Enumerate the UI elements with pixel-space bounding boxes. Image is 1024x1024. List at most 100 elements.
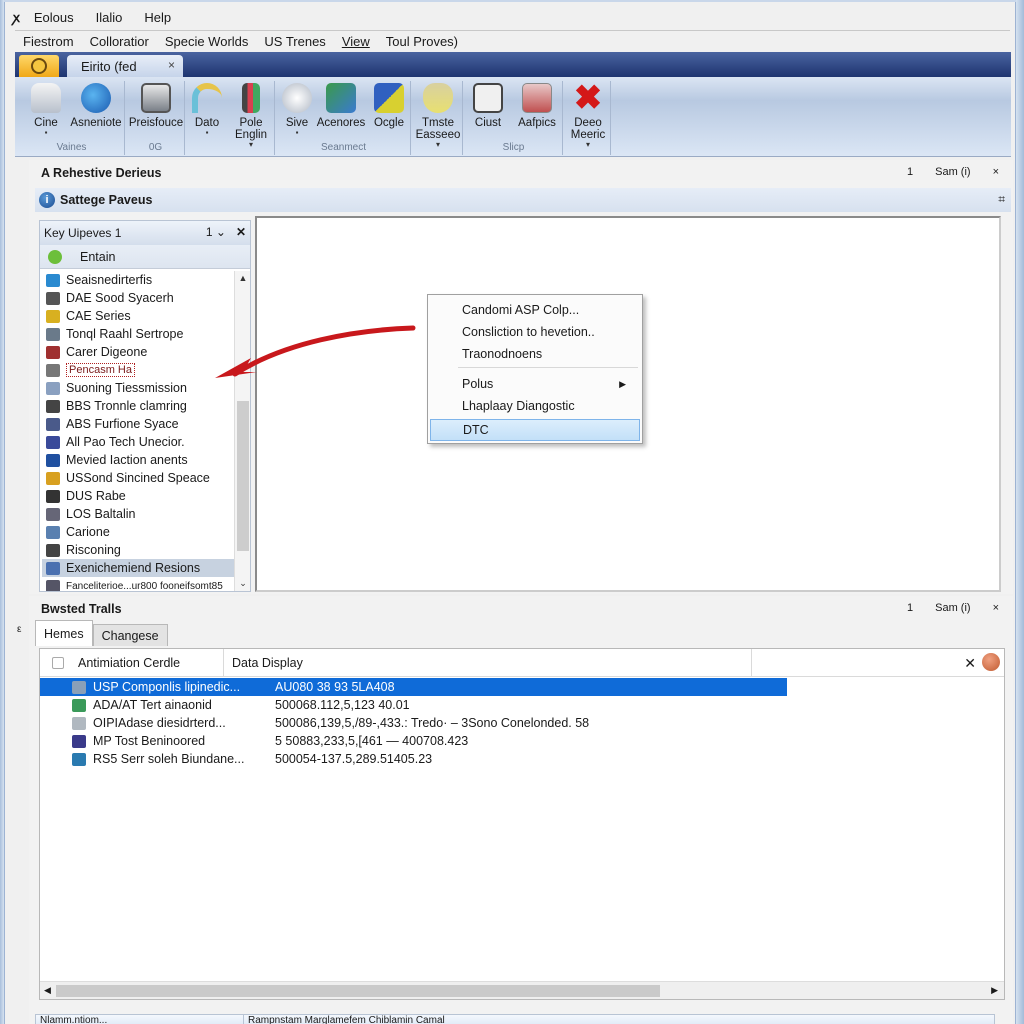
list-item[interactable]: DAE Sood Syacerh: [42, 289, 234, 307]
car-icon: [31, 83, 61, 113]
menu-item[interactable]: US Trenes: [264, 34, 325, 49]
splitter-grip[interactable]: ε: [17, 624, 21, 635]
rainbow-arc-icon: [192, 83, 222, 113]
close-panel-icon[interactable]: ✕: [236, 225, 246, 239]
menu-item-view[interactable]: View: [342, 34, 370, 49]
row-icon: [72, 752, 86, 766]
list-item[interactable]: Seaisnedirterfis: [42, 271, 234, 289]
column-header-data[interactable]: Data Display: [224, 648, 752, 677]
close-section-icon[interactable]: ×: [993, 602, 999, 614]
list-item-label: USSond Sincined Speace: [66, 471, 210, 485]
scroll-thumb[interactable]: [237, 401, 249, 551]
section-sum-label[interactable]: Sam (i): [935, 166, 970, 178]
menu-item[interactable]: Toul Proves): [386, 34, 458, 49]
close-tab-icon[interactable]: ×: [168, 58, 175, 72]
ribbon-group-label: Vaines: [56, 142, 87, 153]
ribbon-button[interactable]: Preisfouce: [127, 83, 185, 129]
table-row[interactable]: OIPIAdase diesidrterd... 500086,139,5,/89…: [40, 714, 589, 732]
item-icon: [46, 399, 60, 413]
ribbon-group: Tmste Easseeo ▾: [413, 81, 463, 155]
menu-item[interactable]: Specie Worlds: [165, 34, 249, 49]
item-icon: [46, 417, 60, 431]
app-menu-icon[interactable]: ꭗ: [13, 8, 20, 26]
window-icon: [473, 83, 503, 113]
device-icon: [141, 83, 171, 113]
gauge-icon: [282, 83, 312, 113]
ribbon-button[interactable]: ✖ Deeo Meeric ▾: [565, 79, 611, 149]
clear-icon[interactable]: ✕: [964, 655, 976, 672]
ribbon-button[interactable]: Ocgle: [367, 83, 411, 129]
list-item[interactable]: Carione: [42, 523, 234, 541]
list-item[interactable]: DUS Rabe: [42, 487, 234, 505]
status-bar: Nlamm.ntiom... Rampnstam Marglamefem Chi…: [35, 1014, 995, 1024]
select-all-checkbox[interactable]: [52, 656, 64, 669]
list-item[interactable]: BBS Tronnle clamring: [42, 397, 234, 415]
row-icon: [72, 698, 86, 712]
info-icon: i: [39, 192, 55, 208]
list-item[interactable]: USSond Sincined Speace: [42, 469, 234, 487]
app-orb-button[interactable]: [19, 55, 59, 77]
section-sum-label[interactable]: Sam (i): [935, 602, 970, 614]
tab-changese[interactable]: Changese: [92, 624, 168, 646]
table-row[interactable]: RS5 Serr soleh Biundane... 500054-137.5,2…: [40, 750, 432, 768]
menu-item[interactable]: Eolous: [34, 10, 74, 25]
row-value: AU080 38 93 5LA408: [275, 680, 395, 694]
list-item[interactable]: ABS Furfione Syace: [42, 415, 234, 433]
menu-item[interactable]: Ilalio: [96, 10, 123, 25]
table-row[interactable]: MP Tost Beninoored 5 50883,233,5,[461 — 4…: [40, 732, 468, 750]
list-item[interactable]: Risconing: [42, 541, 234, 559]
sub-panel-title: Sattege Paveus: [60, 193, 153, 207]
item-icon: [46, 345, 60, 359]
context-menu-item[interactable]: Traonodnoens: [430, 343, 640, 365]
status-cell: Nlamm.ntiom...: [36, 1015, 244, 1024]
list-item[interactable]: All Pao Tech Unecior.: [42, 433, 234, 451]
context-menu-item[interactable]: Candomi ASP Colp...: [430, 299, 640, 321]
ribbon-button[interactable]: Acenores: [315, 83, 367, 129]
entain-button[interactable]: Entain: [40, 245, 250, 269]
arrow-head: [215, 358, 257, 378]
list-item-label: Mevied Iaction anents: [66, 453, 188, 467]
key-panel-count-dropdown[interactable]: 1 ⌄: [206, 225, 226, 239]
list-item[interactable]: LOS Baltalin: [42, 505, 234, 523]
document-tab[interactable]: Eirito (fed ×: [67, 55, 183, 77]
ribbon-button[interactable]: Tmste Easseeo ▾: [413, 83, 463, 149]
table-row[interactable]: USP Componlis lipinedic... AU080 38 93 5L…: [40, 678, 787, 696]
row-name: MP Tost Beninoored: [93, 734, 206, 748]
context-menu-item[interactable]: Polus ▶: [430, 373, 640, 395]
scroll-thumb[interactable]: [56, 985, 660, 997]
list-item[interactable]: Exenichemiend Resions: [42, 559, 234, 577]
scroll-down-icon[interactable]: ⌄: [235, 578, 251, 589]
ribbon-button[interactable]: Cine ▪: [19, 83, 73, 137]
context-menu-item-label: Lhaplaay Diangostic: [462, 399, 575, 413]
row-name: ADA/AT Tert ainaonid: [93, 698, 212, 712]
context-menu-item[interactable]: Lhaplaay Diangostic: [430, 395, 640, 417]
ribbon-button[interactable]: Pole Englin ▾: [227, 83, 275, 149]
ribbon-button[interactable]: Asneniote: [67, 83, 125, 129]
refresh-orb-icon[interactable]: [982, 653, 1000, 671]
scroll-right-icon[interactable]: ▶: [991, 985, 998, 996]
pin-icon[interactable]: ⌗: [998, 192, 1005, 207]
menu-item-help[interactable]: Help: [144, 10, 171, 25]
ribbon-button[interactable]: Aafpics: [511, 83, 563, 129]
ribbon-button[interactable]: Sive ▪: [277, 83, 317, 137]
ribbon-button[interactable]: Ciust: [465, 83, 511, 129]
context-menu-item[interactable]: Consliction to hevetion..: [430, 321, 640, 343]
menu-item[interactable]: Colloratior: [90, 34, 149, 49]
menu-bar-secondary: Fiestrom Colloratior Specie Worlds US Tr…: [15, 30, 1010, 52]
delete-x-icon: ✖: [573, 79, 603, 117]
scroll-left-icon[interactable]: ◀: [44, 985, 51, 996]
column-header-name[interactable]: Antimiation Cerdle: [40, 648, 224, 677]
list-item-label: CAE Series: [66, 309, 131, 323]
tab-hemes[interactable]: Hemes: [35, 620, 93, 646]
scroll-up-icon[interactable]: ▲: [235, 273, 251, 283]
menu-item[interactable]: Fiestrom: [23, 34, 74, 49]
list-item[interactable]: Fanceliterioe...ur800 fooneifsomt85: [42, 577, 234, 591]
list-item[interactable]: Mevied Iaction anents: [42, 451, 234, 469]
document-tab-strip: Eirito (fed ×: [15, 52, 1011, 77]
close-section-icon[interactable]: ×: [993, 166, 999, 178]
context-menu-item[interactable]: DTC: [430, 419, 640, 441]
grid-horizontal-scrollbar[interactable]: ◀ ▶: [40, 981, 1004, 999]
table-row[interactable]: ADA/AT Tert ainaonid 500068.112,5,123 40.…: [40, 696, 410, 714]
item-icon: [46, 381, 60, 395]
ribbon-button[interactable]: Dato ▪: [187, 83, 227, 137]
